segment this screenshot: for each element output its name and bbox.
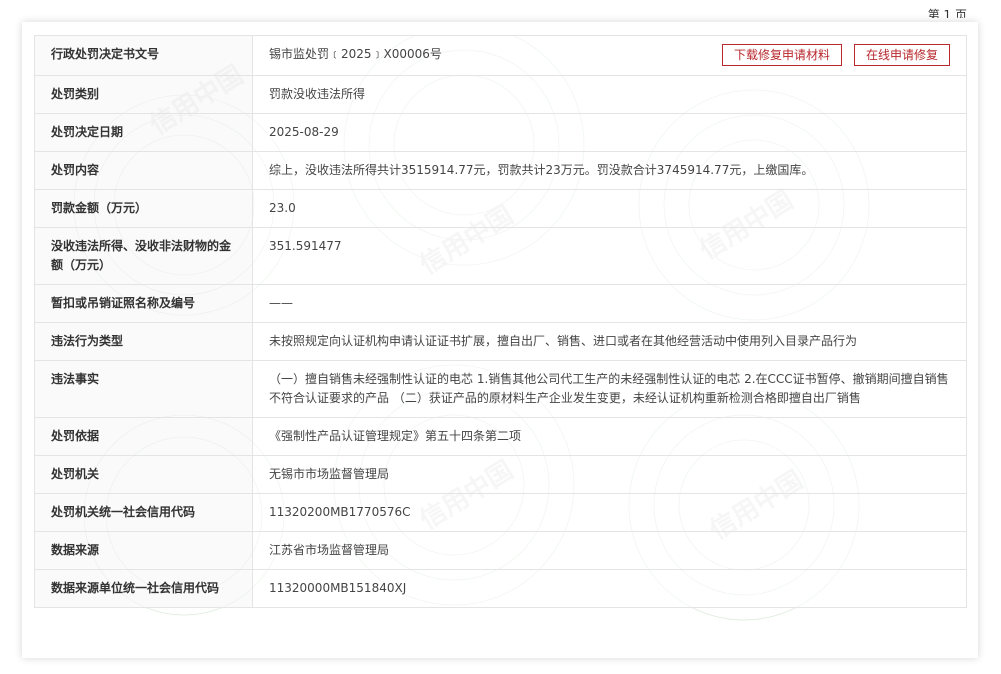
- row-label: 违法行为类型: [34, 322, 253, 361]
- row-value: 《强制性产品认证管理规定》第五十四条第二项: [252, 417, 967, 456]
- table-row: 行政处罚决定书文号 下载修复申请材料 在线申请修复 锡市监处罚﹝2025﹞X000…: [34, 35, 967, 76]
- row-label: 暂扣或吊销证照名称及编号: [34, 284, 253, 323]
- online-repair-apply-button[interactable]: 在线申请修复: [853, 44, 950, 66]
- action-buttons: 下载修复申请材料 在线申请修复: [710, 44, 950, 66]
- row-value: 351.591477: [252, 227, 967, 285]
- table-row: 处罚内容 综上，没收违法所得共计3515914.77元，罚款共计23万元。罚没款…: [34, 151, 967, 190]
- row-label: 行政处罚决定书文号: [34, 35, 253, 76]
- table-row: 数据来源 江苏省市场监督管理局: [34, 531, 967, 570]
- row-label: 处罚机关统一社会信用代码: [34, 493, 253, 532]
- row-value: 2025-08-29: [252, 113, 967, 152]
- row-label: 数据来源: [34, 531, 253, 570]
- table-row: 违法行为类型 未按照规定向认证机构申请认证证书扩展，擅自出厂、销售、进口或者在其…: [34, 322, 967, 361]
- page-number: 第 1 页: [927, 8, 967, 18]
- row-label: 处罚机关: [34, 455, 253, 494]
- row-value: 罚款没收违法所得: [252, 75, 967, 114]
- row-label: 处罚决定日期: [34, 113, 253, 152]
- row-value: 未按照规定向认证机构申请认证证书扩展，擅自出厂、销售、进口或者在其他经营活动中使…: [252, 322, 967, 361]
- row-label: 违法事实: [34, 360, 253, 418]
- row-label: 处罚类别: [34, 75, 253, 114]
- row-value: ——: [252, 284, 967, 323]
- table-row: 罚款金额（万元） 23.0: [34, 189, 967, 228]
- row-label: 处罚依据: [34, 417, 253, 456]
- row-label: 没收违法所得、没收非法财物的金额（万元）: [34, 227, 253, 285]
- row-value: 无锡市市场监督管理局: [252, 455, 967, 494]
- row-label: 处罚内容: [34, 151, 253, 190]
- table-row: 处罚机关统一社会信用代码 11320200MB1770576C: [34, 493, 967, 532]
- row-value-cell: 下载修复申请材料 在线申请修复 锡市监处罚﹝2025﹞X00006号: [252, 35, 967, 76]
- row-label: 罚款金额（万元）: [34, 189, 253, 228]
- record-card: 信用中国 信用中国 信用中国 信用中国 信用中国 行政处罚决定书文号 下载修复申…: [22, 22, 978, 658]
- table-row: 违法事实 （一）擅自销售未经强制性认证的电芯 1.销售其他公司代工生产的未经强制…: [34, 360, 967, 418]
- penalty-record-table: 行政处罚决定书文号 下载修复申请材料 在线申请修复 锡市监处罚﹝2025﹞X000…: [34, 35, 967, 608]
- table-row: 处罚依据 《强制性产品认证管理规定》第五十四条第二项: [34, 417, 967, 456]
- row-value: 江苏省市场监督管理局: [252, 531, 967, 570]
- row-value: （一）擅自销售未经强制性认证的电芯 1.销售其他公司代工生产的未经强制性认证的电…: [252, 360, 967, 418]
- row-value: 11320200MB1770576C: [252, 493, 967, 532]
- row-value: 23.0: [252, 189, 967, 228]
- table-row: 处罚机关 无锡市市场监督管理局: [34, 455, 967, 494]
- row-value: 综上，没收违法所得共计3515914.77元，罚款共计23万元。罚没款合计374…: [252, 151, 967, 190]
- table-row: 处罚决定日期 2025-08-29: [34, 113, 967, 152]
- row-value: 11320000MB151840XJ: [252, 569, 967, 608]
- table-row: 数据来源单位统一社会信用代码 11320000MB151840XJ: [34, 569, 967, 608]
- download-repair-materials-button[interactable]: 下载修复申请材料: [721, 44, 842, 66]
- table-row: 暂扣或吊销证照名称及编号 ——: [34, 284, 967, 323]
- table-row: 处罚类别 罚款没收违法所得: [34, 75, 967, 114]
- row-value: 锡市监处罚﹝2025﹞X00006号: [269, 47, 442, 61]
- row-label: 数据来源单位统一社会信用代码: [34, 569, 253, 608]
- table-row: 没收违法所得、没收非法财物的金额（万元） 351.591477: [34, 227, 967, 285]
